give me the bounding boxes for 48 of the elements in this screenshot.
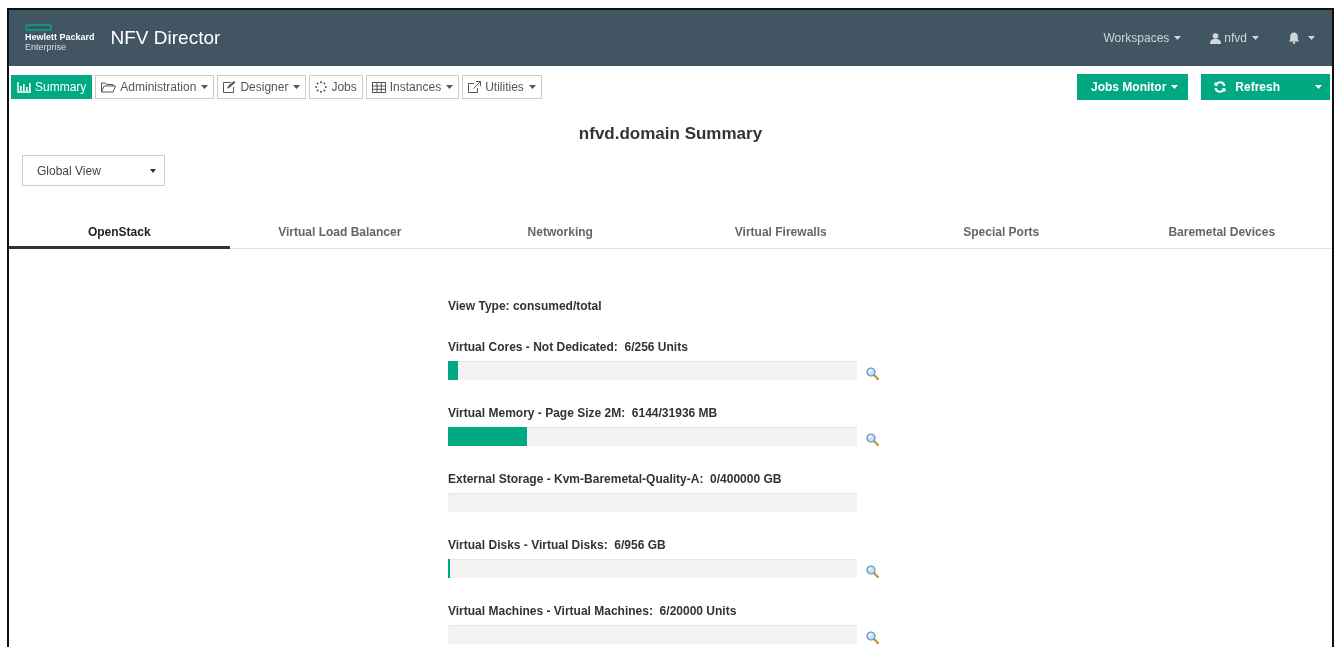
caret-icon: [1308, 36, 1315, 40]
edit-icon: [223, 81, 237, 93]
brand-name: Hewlett Packard: [25, 32, 95, 42]
nav-button[interactable]: Utilities: [462, 75, 542, 99]
tab[interactable]: Special Ports: [891, 214, 1112, 249]
search-icon[interactable]: [866, 565, 879, 578]
view-select[interactable]: Global View: [22, 155, 165, 186]
metric-label: Virtual Cores - Not Dedicated: 6/256 Units: [448, 340, 688, 354]
refresh-icon: [1214, 81, 1227, 93]
page-title: nfvd.domain Summary: [578, 124, 763, 144]
workspaces-menu[interactable]: Workspaces: [1103, 31, 1185, 45]
tab[interactable]: Virtual Firewalls: [670, 214, 891, 249]
view-type-label: View Type: consumed/total: [448, 299, 602, 313]
nav-button[interactable]: Designer: [217, 75, 307, 99]
search-icon[interactable]: [866, 631, 879, 644]
folder-icon: [101, 81, 117, 93]
tab[interactable]: OpenStack: [9, 214, 230, 249]
external-link-icon: [468, 81, 482, 93]
table-icon: [371, 81, 386, 93]
metric-label: Virtual Disks - Virtual Disks: 6/956 GB: [448, 538, 666, 552]
tab[interactable]: Baremetal Devices: [1111, 214, 1332, 249]
caret-icon: [1174, 36, 1182, 40]
jobs-monitor-button[interactable]: Jobs Monitor: [1077, 74, 1189, 100]
tab[interactable]: Virtual Load Balancer: [229, 214, 450, 249]
spinner-icon: [315, 81, 328, 93]
logo-icon: [25, 24, 52, 31]
metric-label: External Storage - Kvm-Baremetal-Quality-A: 0/400000 GB: [448, 472, 782, 486]
user-icon: [1210, 32, 1222, 44]
caret-icon: [150, 168, 156, 173]
search-icon[interactable]: [866, 367, 879, 380]
tab[interactable]: Networking: [450, 214, 671, 249]
nav-button[interactable]: Administration: [95, 75, 215, 99]
nav-button[interactable]: Jobs: [309, 75, 363, 99]
caret-icon: [1315, 85, 1322, 89]
user-menu[interactable]: nfvd: [1210, 31, 1262, 45]
caret-icon: [1252, 36, 1259, 40]
caret-icon: [1171, 85, 1179, 89]
nav-button[interactable]: Instances: [365, 75, 460, 99]
brand-name: Enterprise: [25, 42, 68, 52]
metric-label: Virtual Memory - Page Size 2M: 6144/31936 MB: [448, 406, 718, 420]
nav-button[interactable]: Summary: [11, 75, 93, 99]
refresh-button[interactable]: Refresh: [1201, 74, 1330, 100]
notifications-menu[interactable]: [1288, 32, 1318, 44]
bar-chart-icon: [17, 81, 31, 93]
app-title: NFV Director: [110, 27, 221, 49]
search-icon[interactable]: [866, 433, 879, 446]
metric-label: Virtual Machines - Virtual Machines: 6/20000 Units: [448, 604, 737, 618]
bell-icon: [1288, 32, 1300, 44]
